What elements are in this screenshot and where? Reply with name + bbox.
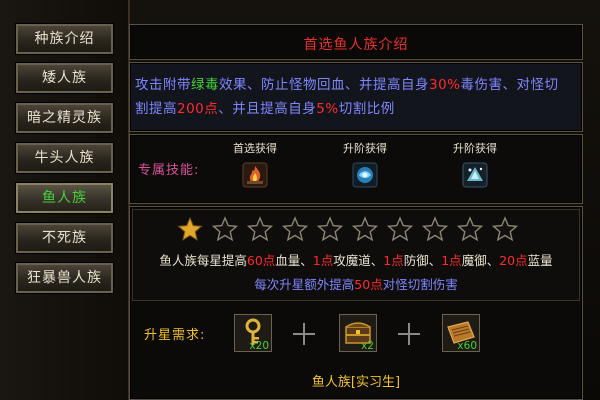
fire-skill-icon[interactable] bbox=[242, 162, 268, 188]
item-count: x20 bbox=[249, 340, 269, 352]
bonus-value: 50点 bbox=[354, 277, 383, 292]
bonus-value: 1点 bbox=[441, 253, 462, 268]
skill-caption: 升阶获得 bbox=[453, 142, 497, 155]
star-icon bbox=[352, 216, 378, 242]
star-icon bbox=[212, 216, 238, 242]
item-count: x2 bbox=[361, 340, 374, 352]
requirement-item-key[interactable]: x20 bbox=[234, 314, 272, 352]
star-icon bbox=[317, 216, 343, 242]
bonus-text: 攻魔道、 bbox=[333, 253, 384, 268]
item-count: x60 bbox=[457, 340, 477, 352]
star-icon bbox=[282, 216, 308, 242]
water-skill-icon[interactable] bbox=[352, 162, 378, 188]
extra-bonus-text: 每次升星额外提高50点对怪切割伤害 bbox=[133, 274, 579, 293]
skill-slot-3[interactable]: 升阶获得 bbox=[440, 140, 510, 188]
sidebar-item-race-intro[interactable]: 种族介绍 bbox=[15, 23, 114, 55]
skill-caption: 升阶获得 bbox=[343, 142, 387, 155]
star-icon bbox=[387, 216, 413, 242]
desc-text: 切割比例 bbox=[338, 101, 395, 117]
bonus-value: 1点 bbox=[312, 253, 334, 268]
page-title: 首选鱼人族介绍 bbox=[303, 37, 409, 53]
sidebar-item-fishman[interactable]: 鱼人族 bbox=[15, 182, 114, 214]
sidebar-item-berserk-orc[interactable]: 狂暴兽人族 bbox=[15, 262, 114, 294]
rank-name: 鱼人族[实习生] bbox=[311, 375, 401, 390]
race-sidebar: 种族介绍 矮人族 暗之精灵族 牛头人族 鱼人族 不死族 狂暴兽人族 bbox=[0, 0, 130, 400]
upgrade-requirement-label: 升星需求: bbox=[144, 328, 206, 343]
desc-text: 毒伤害、对怪切 bbox=[460, 77, 559, 93]
sidebar-item-minotaur[interactable]: 牛头人族 bbox=[15, 142, 114, 174]
star-icon bbox=[422, 216, 448, 242]
bonus-text: 鱼人族每星提高 bbox=[159, 253, 247, 268]
star-upgrade-panel: 鱼人族每星提高60点血量、1点攻魔道、1点防御、1点魔御、20点蓝量 每次升星额… bbox=[129, 206, 583, 400]
star-icon bbox=[177, 216, 203, 241]
bonus-text: 每次升星额外提高 bbox=[254, 277, 355, 292]
skill-caption: 首选获得 bbox=[233, 142, 277, 155]
desc-text: 割提高 bbox=[135, 101, 177, 117]
frost-skill-icon[interactable] bbox=[462, 162, 488, 188]
desc-value: 30% bbox=[429, 77, 461, 93]
star-icon bbox=[247, 216, 273, 242]
bonus-value: 20点 bbox=[499, 253, 528, 268]
bonus-value: 1点 bbox=[383, 253, 404, 268]
requirement-item-chest[interactable]: x2 bbox=[339, 314, 377, 352]
star-bonus-box: 鱼人族每星提高60点血量、1点攻魔道、1点防御、1点魔御、20点蓝量 每次升星额… bbox=[132, 209, 580, 301]
desc-value: 200点 bbox=[177, 101, 219, 117]
star-icon bbox=[457, 216, 483, 242]
bonus-text: 血量、 bbox=[275, 253, 313, 268]
desc-value: 5% bbox=[316, 101, 339, 117]
desc-highlight-poison: 绿毒 bbox=[191, 77, 219, 93]
sidebar-item-dark-elf[interactable]: 暗之精灵族 bbox=[15, 102, 114, 134]
bonus-text: 防御、 bbox=[403, 253, 442, 268]
exclusive-skills-panel: 专属技能: 首选获得 升阶获得 升阶获得 bbox=[129, 134, 583, 204]
bonus-text: 对怪切割伤害 bbox=[382, 277, 458, 292]
per-star-bonus-text: 鱼人族每星提高60点血量、1点攻魔道、1点防御、1点魔御、20点蓝量 bbox=[133, 250, 579, 269]
race-window: 种族介绍 矮人族 暗之精灵族 牛头人族 鱼人族 不死族 狂暴兽人族 首选鱼人族介… bbox=[0, 0, 600, 400]
sidebar-item-undead[interactable]: 不死族 bbox=[15, 222, 114, 254]
description-line-1: 攻击附带绿毒效果、防止怪物回血、并提高自身30%毒伤害、对怪切 bbox=[135, 73, 559, 93]
desc-text: 攻击附带 bbox=[135, 77, 191, 93]
bonus-text: 蓝量 bbox=[527, 253, 553, 268]
skill-slot-2[interactable]: 升阶获得 bbox=[330, 140, 400, 188]
skills-label: 专属技能: bbox=[138, 163, 200, 178]
requirement-item-scroll[interactable]: x60 bbox=[442, 314, 480, 352]
star-icon bbox=[492, 216, 518, 242]
title-bar: 首选鱼人族介绍 bbox=[129, 24, 583, 60]
race-description: 攻击附带绿毒效果、防止怪物回血、并提高自身30%毒伤害、对怪切 割提高200点、… bbox=[129, 62, 583, 132]
desc-text: 、并且提高自身 bbox=[218, 101, 317, 117]
skill-slot-1[interactable]: 首选获得 bbox=[220, 140, 290, 188]
sidebar-item-dwarf[interactable]: 矮人族 bbox=[15, 62, 114, 94]
bonus-value: 60点 bbox=[246, 253, 276, 268]
desc-text: 效果、防止怪物回血、并提高自身 bbox=[219, 77, 429, 93]
bonus-text: 魔御、 bbox=[461, 253, 500, 268]
description-line-2: 割提高200点、并且提高自身5%切割比例 bbox=[135, 97, 395, 117]
plus-icon bbox=[293, 323, 315, 345]
plus-icon bbox=[398, 323, 420, 345]
